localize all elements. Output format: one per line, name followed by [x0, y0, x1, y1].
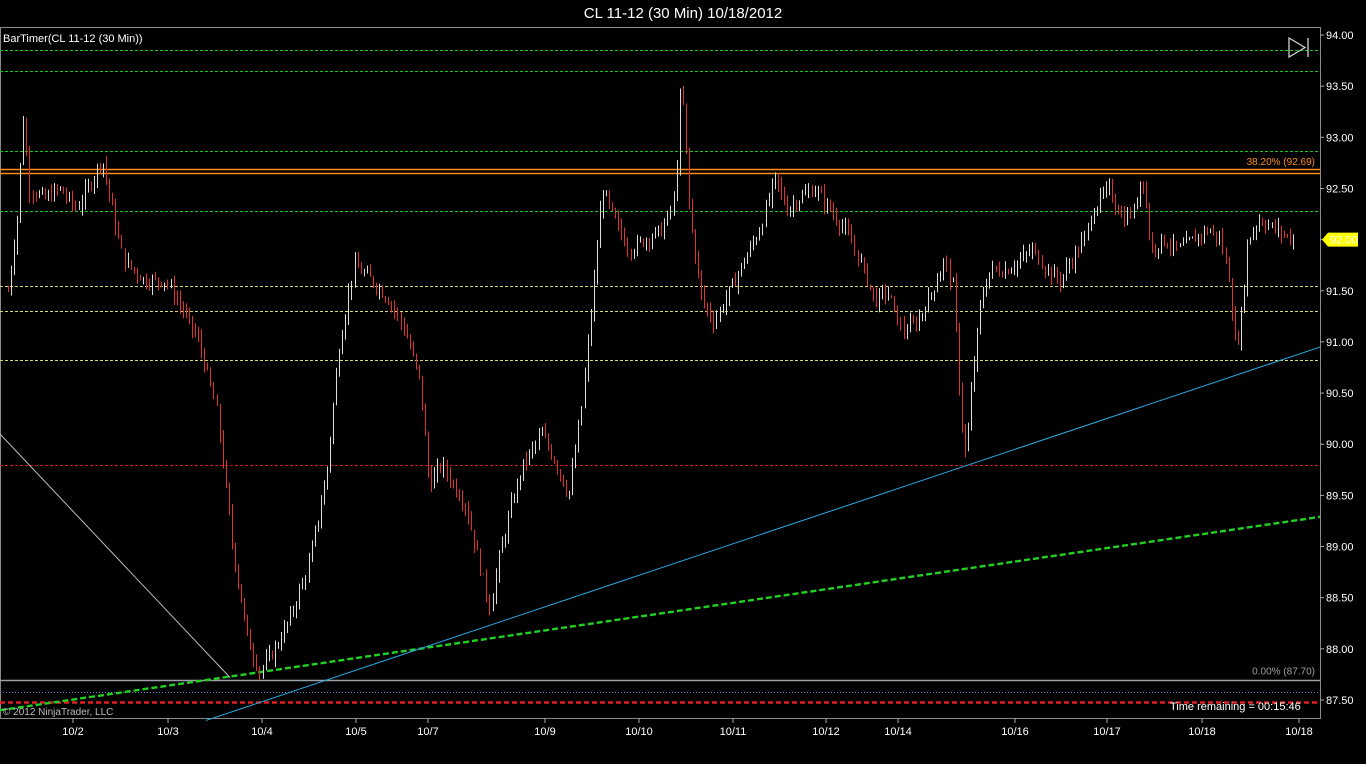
- trendlines-layer: [0, 346, 1321, 721]
- y-tick-label: 88.50: [1326, 593, 1354, 605]
- price-bars-layer: [8, 85, 1294, 680]
- x-tick-label: 10/7: [417, 726, 438, 738]
- fib-level-label: 38.20% (92.69): [1247, 157, 1315, 168]
- x-tick-label: 10/2: [62, 726, 83, 738]
- y-tick-label: 93.50: [1326, 81, 1354, 93]
- x-tick-label: 10/17: [1093, 726, 1121, 738]
- x-tick-label: 10/10: [625, 726, 653, 738]
- x-tick-label: 10/11: [720, 726, 747, 738]
- trendline-1: [205, 346, 1321, 721]
- x-tick-label: 10/4: [251, 726, 272, 738]
- y-tick-label: 91.00: [1326, 337, 1354, 349]
- trendline-2: [0, 433, 231, 678]
- x-tick-label: 10/18: [1285, 726, 1313, 738]
- y-tick-label: 91.50: [1326, 286, 1354, 298]
- y-tick-label: 92.50: [1326, 183, 1354, 195]
- x-tick-label: 10/3: [157, 726, 178, 738]
- time-remaining-text: Time remaining = 00:15:46: [1170, 701, 1301, 713]
- current-price-label: 92.00: [1330, 235, 1358, 247]
- indicator-label: BarTimer(CL 11-12 (30 Min)): [3, 33, 143, 45]
- y-tick-label: 88.00: [1326, 644, 1354, 656]
- x-tick-label: 10/14: [884, 726, 912, 738]
- price-chart[interactable]: 87.50 88.00 88.50 89.00 89.50 90.00 90.50 91.00…: [0, 27, 1366, 764]
- chart-frame: [0, 27, 1321, 719]
- y-tick-label: 89.50: [1326, 490, 1354, 502]
- chart-title: CL 11-12 (30 Min) 10/18/2012: [583, 5, 783, 22]
- x-tick-label: 10/18: [1188, 726, 1216, 738]
- play-to-end-icon[interactable]: [1288, 37, 1312, 58]
- x-tick-label: 10/16: [1001, 726, 1029, 738]
- y-tick-label: 90.50: [1326, 388, 1354, 400]
- horizontal-lines-layer: [0, 50, 1320, 704]
- y-tick-label: 94.00: [1326, 30, 1354, 42]
- fib-level-label: 0.00% (87.70): [1252, 667, 1315, 678]
- y-tick-label: 87.50: [1326, 695, 1354, 707]
- y-tick-label: 93.00: [1326, 132, 1354, 144]
- copyright-text: © 2012 NinjaTrader, LLC: [3, 707, 114, 718]
- x-tick-label: 10/9: [534, 726, 555, 738]
- x-axis: 10/2 10/3 10/4 10/5 10/7 10/9 10/10 10/11 10/12 1…: [62, 718, 1313, 738]
- y-tick-label: 90.00: [1326, 439, 1354, 451]
- x-tick-label: 10/12: [812, 726, 840, 738]
- x-tick-label: 10/5: [345, 726, 366, 738]
- plot-border: [0, 27, 1321, 719]
- y-axis: 87.50 88.00 88.50 89.00 89.50 90.00 90.50 91.00…: [1320, 30, 1354, 707]
- y-tick-label: 89.00: [1326, 542, 1354, 554]
